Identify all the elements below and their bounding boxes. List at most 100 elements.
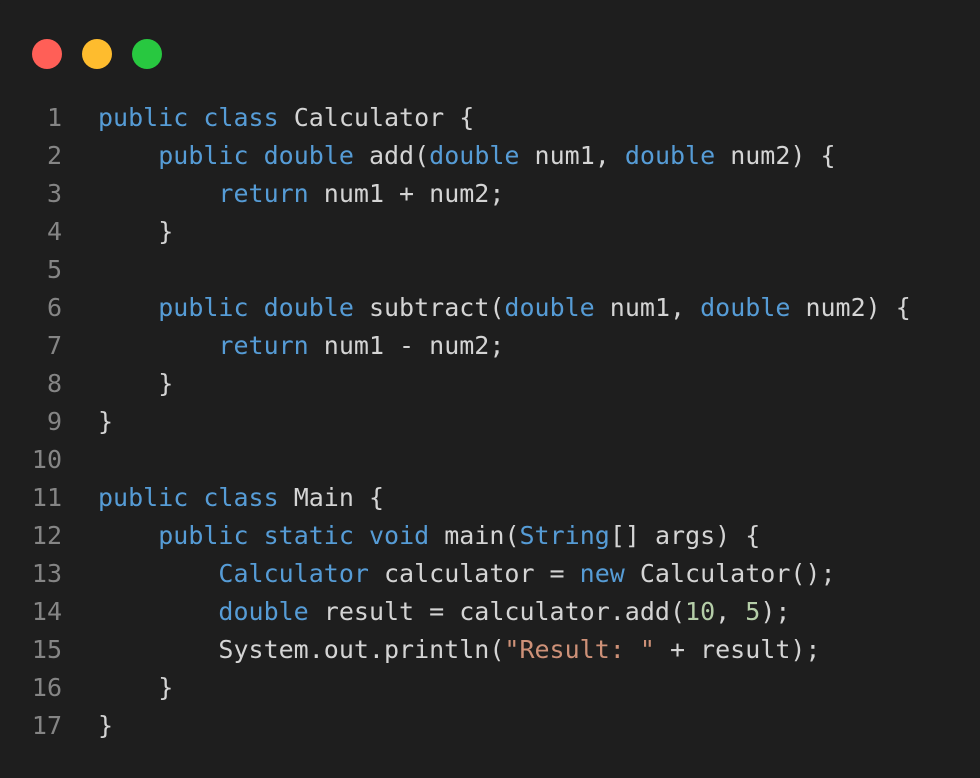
keyword-token: String (519, 521, 610, 550)
code-line: 1 public class Calculator { (0, 99, 911, 137)
text-token: , (715, 597, 746, 626)
code-text: } (62, 403, 113, 441)
line-number: 16 (31, 673, 62, 702)
code-text: } (62, 707, 113, 745)
code-line: 2 public double add(double num1, double … (0, 137, 911, 175)
code-line: 7 return num1 - num2; (0, 327, 911, 365)
code-line: 6 public double subtract(double num1, do… (0, 289, 911, 327)
text-token: num1, (519, 141, 625, 170)
keyword-token: double (700, 293, 791, 322)
text-token: num1 + num2; (308, 179, 505, 208)
text-token: [] args) { (609, 521, 761, 550)
code-text: return num1 - num2; (62, 327, 504, 365)
text-token: Calculator { (278, 103, 475, 132)
text-token: } (98, 407, 114, 436)
code-text: } (62, 213, 173, 251)
text-token: num1 - num2; (308, 331, 505, 360)
text-token: } (98, 711, 114, 740)
text-token: ); (760, 597, 791, 626)
code-line: 17} (0, 707, 911, 745)
text-token: System.out.println( (98, 635, 505, 664)
code-text: public static void main(String[] args) { (62, 517, 760, 555)
maximize-button[interactable] (132, 39, 162, 69)
code-line: 8 } (0, 365, 911, 403)
line-number: 1 (46, 103, 62, 132)
code-text: public class Main { (62, 479, 384, 517)
code-line: 4 } (0, 213, 911, 251)
text-token: add( (353, 141, 430, 170)
keyword-token: double (263, 293, 354, 322)
line-number: 11 (31, 483, 62, 512)
keyword-token: static (263, 521, 354, 550)
line-number: 8 (46, 369, 62, 398)
keyword-token: double (263, 141, 354, 170)
minimize-button[interactable] (82, 39, 112, 69)
code-line: 10 (0, 441, 911, 479)
text-token: main( (429, 521, 520, 550)
keyword-token: double (429, 141, 520, 170)
code-text: double result = calculator.add(10, 5); (62, 593, 790, 631)
code-text: Calculator calculator = new Calculator()… (62, 555, 836, 593)
line-number: 17 (31, 711, 62, 740)
window-controls (32, 39, 162, 69)
line-number: 3 (46, 179, 62, 208)
code-line: 5 (0, 251, 911, 289)
string-token: "Result: " (504, 635, 655, 664)
keyword-token: class (203, 483, 279, 512)
code-line: 14 double result = calculator.add(10, 5)… (0, 593, 911, 631)
keyword-token: double (218, 597, 309, 626)
keyword-token: public (158, 293, 249, 322)
text-token: num2) { (790, 293, 911, 322)
close-button[interactable] (32, 39, 62, 69)
text-token: num1, (594, 293, 701, 322)
code-editor[interactable]: 1 public class Calculator {2 public doubl… (0, 99, 911, 745)
text-token: } (98, 369, 174, 398)
code-line: 9} (0, 403, 911, 441)
keyword-token: public (158, 141, 249, 170)
text-token: } (98, 673, 174, 702)
keyword-token: new (579, 559, 625, 588)
code-text: public class Calculator { (62, 99, 474, 137)
keyword-token: Calculator (218, 559, 369, 588)
line-number: 12 (31, 521, 62, 550)
text-token: Calculator(); (624, 559, 836, 588)
line-number: 5 (46, 255, 62, 284)
line-number: 13 (31, 559, 62, 588)
keyword-token: double (504, 293, 595, 322)
text-token: } (98, 217, 174, 246)
code-text: } (62, 365, 173, 403)
number-token: 5 (745, 597, 761, 626)
line-number: 7 (46, 331, 62, 360)
text-token: result = calculator.add( (308, 597, 686, 626)
text-token: num2) { (715, 141, 836, 170)
keyword-token: return (218, 179, 309, 208)
line-number: 10 (31, 445, 62, 474)
code-line: 15 System.out.println("Result: " + resul… (0, 631, 911, 669)
code-text: } (62, 669, 173, 707)
code-window: 1 public class Calculator {2 public doubl… (0, 0, 980, 778)
keyword-token: class (203, 103, 279, 132)
keyword-token: double (624, 141, 716, 170)
line-number: 4 (46, 217, 62, 246)
line-number: 6 (46, 293, 62, 322)
keyword-token: void (368, 521, 430, 550)
code-line: 13 Calculator calculator = new Calculato… (0, 555, 911, 593)
keyword-token: return (218, 331, 309, 360)
code-text: public double subtract(double num1, doub… (62, 289, 911, 327)
keyword-token: public (98, 483, 189, 512)
line-number: 15 (31, 635, 62, 664)
text-token: subtract( (353, 293, 505, 322)
